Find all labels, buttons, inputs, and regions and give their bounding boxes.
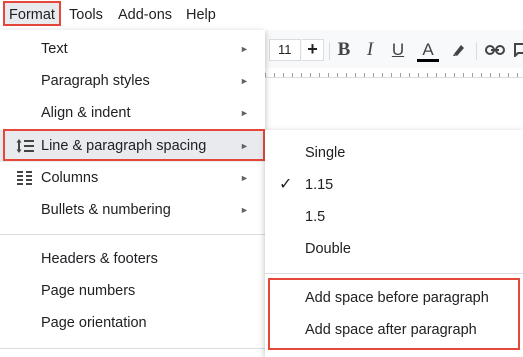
insert-link-icon[interactable] — [484, 38, 506, 62]
menu-item-label: Columns — [41, 170, 99, 186]
spacing-option-label: Single — [305, 145, 346, 161]
menu-tools[interactable]: Tools — [69, 0, 103, 30]
menu-bar: Format Tools Add-ons Help — [0, 0, 523, 30]
menu-item-paragraph-styles[interactable]: Paragraph styles ► — [0, 65, 265, 97]
menu-item-label: Align & indent — [41, 105, 131, 121]
menu-item-label: Bullets & numbering — [41, 202, 171, 218]
spacing-option-1-15[interactable]: ✓ 1.15 — [265, 169, 523, 201]
spacing-option-label: 1.15 — [305, 177, 334, 193]
menu-item-page-numbers[interactable]: Page numbers — [0, 275, 265, 307]
menu-item-headers-footers[interactable]: Headers & footers — [0, 243, 265, 275]
menu-item-text[interactable]: Text ► — [0, 33, 265, 65]
menu-divider — [0, 234, 265, 235]
format-menu: Text ► Paragraph styles ► Align & indent… — [0, 30, 265, 357]
increase-font-size-button[interactable]: + — [302, 39, 324, 61]
spacing-option-1-5[interactable]: 1.5 — [265, 201, 523, 233]
submenu-arrow-icon: ► — [240, 76, 249, 86]
highlight-color-icon[interactable] — [449, 38, 469, 62]
menu-divider — [0, 348, 265, 349]
spacing-option-label: 1.5 — [305, 209, 326, 225]
columns-icon — [17, 171, 32, 185]
menu-item-label: Headers & footers — [41, 251, 158, 267]
submenu-arrow-icon: ► — [240, 173, 249, 183]
spacing-option-single[interactable]: Single — [265, 137, 523, 169]
highlight-box-spacing — [3, 129, 265, 161]
toolbar-divider — [329, 42, 330, 60]
toolbar: 11 + B I U A — [265, 30, 523, 70]
toolbar-divider — [476, 42, 477, 60]
menu-item-columns[interactable]: Columns ► — [0, 162, 265, 194]
submenu-arrow-icon: ► — [240, 44, 249, 54]
checkmark-icon: ✓ — [279, 176, 293, 193]
menu-item-label: Paragraph styles — [41, 73, 150, 89]
bold-button[interactable]: B — [335, 38, 353, 62]
spacing-option-label: Double — [305, 241, 351, 257]
menu-help[interactable]: Help — [186, 0, 216, 30]
menu-item-label: Page orientation — [41, 315, 147, 331]
menu-format[interactable]: Format — [3, 1, 61, 26]
menu-item-bullets-numbering[interactable]: Bullets & numbering ► — [0, 194, 265, 226]
menu-item-label: Page numbers — [41, 283, 136, 299]
underline-button[interactable]: U — [389, 38, 407, 62]
text-color-swatch — [417, 59, 439, 62]
menu-item-align-indent[interactable]: Align & indent ► — [0, 97, 265, 129]
font-size-field[interactable]: 11 — [269, 39, 301, 61]
menu-item-label: Text — [41, 41, 68, 57]
add-comment-icon[interactable] — [513, 38, 523, 62]
submenu-arrow-icon: ► — [240, 108, 249, 118]
spacing-option-double[interactable]: Double — [265, 233, 523, 265]
ruler — [265, 68, 523, 78]
menu-divider — [265, 273, 523, 274]
menu-add-ons[interactable]: Add-ons — [118, 0, 172, 30]
submenu-arrow-icon: ► — [240, 205, 249, 215]
highlight-box-add-space — [268, 278, 520, 350]
menu-item-page-orientation[interactable]: Page orientation — [0, 307, 265, 339]
italic-button[interactable]: I — [361, 38, 379, 62]
